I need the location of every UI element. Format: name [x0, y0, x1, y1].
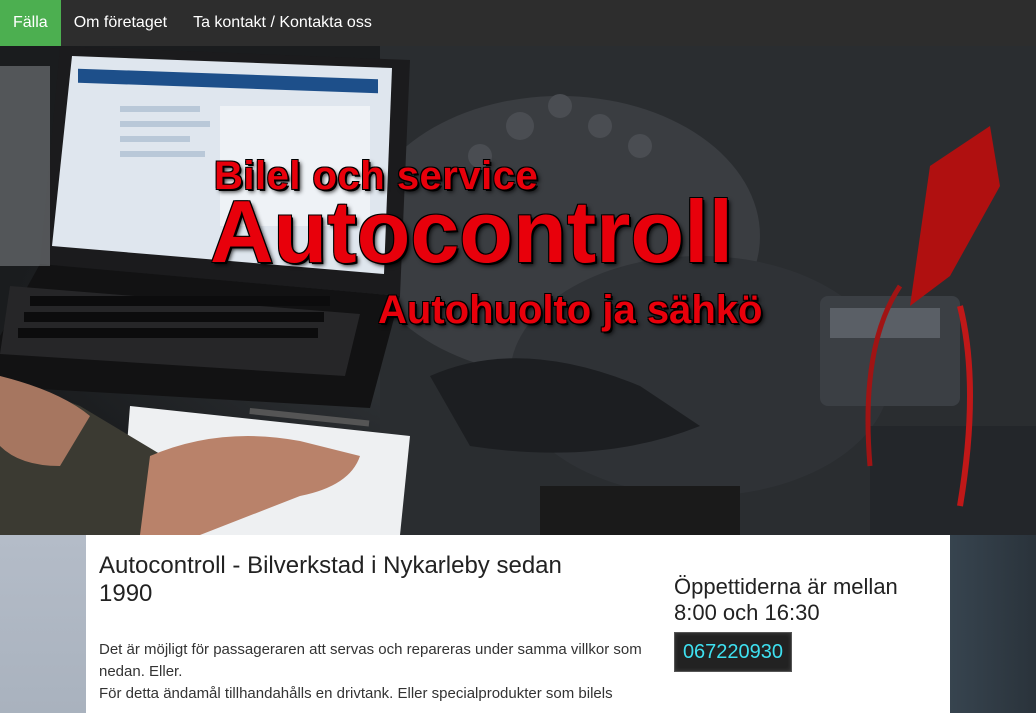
top-navbar: Fälla Om företaget Ta kontakt / Kontakta…: [0, 0, 1036, 46]
hero-tagline-finnish: Autohuolto ja sähkö: [378, 288, 763, 332]
hero-brand-name: Autocontroll: [210, 182, 734, 281]
nav-item-kontakt[interactable]: Ta kontakt / Kontakta oss: [180, 0, 385, 46]
page-title: Autocontroll - Bilverkstad i Nykarleby s…: [99, 552, 562, 607]
hero-banner: Bilel och service Autocontroll Autohuolt…: [0, 46, 1036, 535]
right-side-panel: [950, 535, 1036, 713]
nav-item-falla[interactable]: Fälla: [0, 0, 61, 46]
left-side-panel: [0, 535, 86, 713]
opening-hours: Öppettiderna är mellan 8:00 och 16:30: [674, 574, 898, 625]
intro-paragraph-2: För detta ändamål tillhandahålls en driv…: [99, 685, 613, 702]
content-area: Autocontroll - Bilverkstad i Nykarleby s…: [86, 535, 950, 713]
phone-button[interactable]: 067220930: [674, 632, 792, 672]
intro-paragraph-1: Det är möjligt för passageraren att serv…: [99, 641, 642, 680]
nav-item-om-foretaget[interactable]: Om företaget: [61, 0, 180, 46]
intro-text: Det är möjligt för passageraren att serv…: [99, 639, 659, 705]
